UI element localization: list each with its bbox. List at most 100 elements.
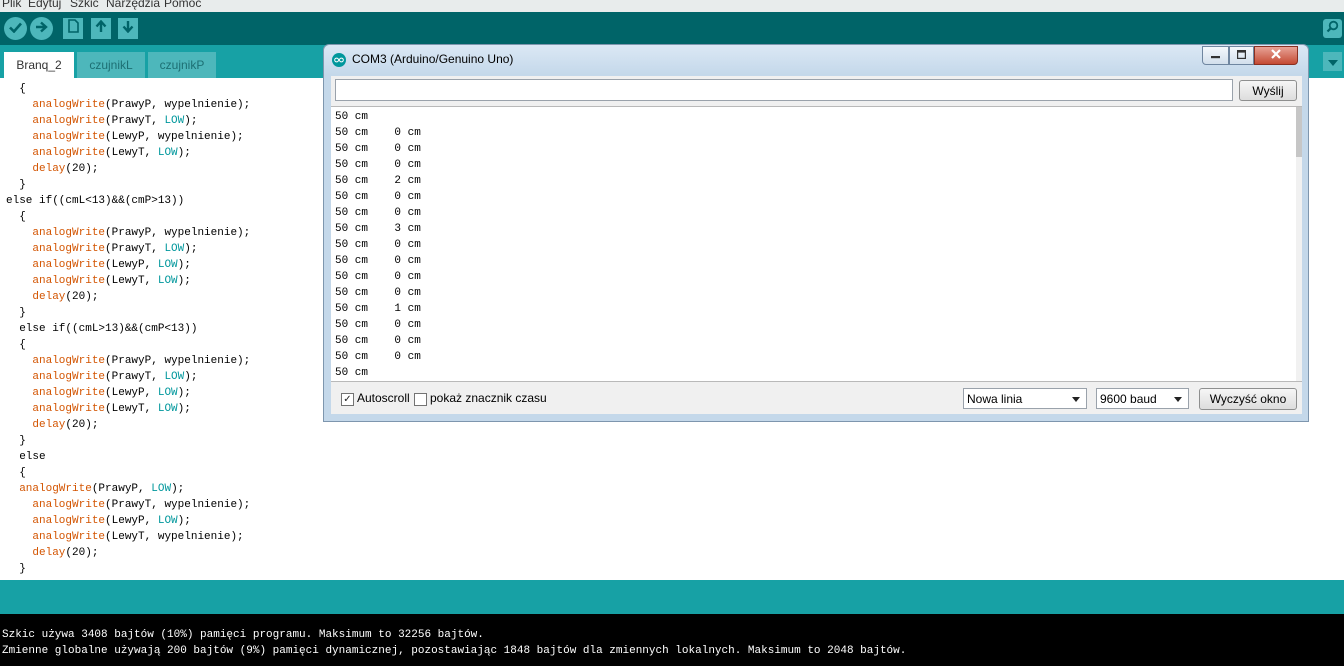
arrow-up-icon	[95, 19, 107, 38]
code-line: delay(20);	[6, 545, 250, 561]
code-token: LOW	[151, 483, 172, 495]
upload-button[interactable]	[30, 17, 53, 40]
minimize-icon	[1211, 50, 1220, 62]
code-token: (PrawyT, wypelnienie);	[105, 499, 251, 511]
code-token: (20);	[65, 419, 99, 431]
serial-title-bar[interactable]: COM3 (Arduino/Genuino Uno)	[324, 45, 1308, 75]
code-token: analogWrite	[32, 499, 106, 511]
serial-scrollbar[interactable]	[1296, 107, 1302, 381]
code-token: }	[19, 307, 26, 319]
serial-output-line: 50 cm 0 cm	[335, 351, 421, 363]
code-token: analogWrite	[32, 275, 106, 287]
code-token: else	[19, 451, 46, 463]
dropdown-arrow-icon	[1174, 397, 1182, 402]
serial-output-line: 50 cm	[335, 111, 369, 123]
serial-panel: Wyślij 50 cm 50 cm 0 cm 50 cm 0 cm 50 cm 0 …	[331, 76, 1302, 414]
autoscroll-checkbox[interactable]: ✓	[341, 393, 354, 406]
timestamp-label: pokaż znacznik czasu	[430, 391, 547, 405]
checkmark-icon	[9, 20, 22, 38]
code-token: LOW	[157, 403, 178, 415]
save-sketch-button[interactable]	[118, 18, 138, 39]
line-ending-select[interactable]: Nowa linia	[963, 388, 1087, 409]
code-line: analogWrite(LewyP, wypelnienie);	[6, 129, 250, 145]
serial-send-input[interactable]	[335, 79, 1233, 101]
code-token: (PrawyT,	[105, 115, 165, 127]
code-line: analogWrite(PrawyT, LOW);	[6, 369, 250, 385]
minimize-button[interactable]	[1202, 46, 1229, 65]
code-line: }	[6, 433, 250, 449]
arrow-down-icon	[122, 20, 134, 38]
maximize-button[interactable]	[1229, 46, 1254, 65]
code-token: {	[19, 211, 26, 223]
menu-tools[interactable]: Narzędzia	[106, 0, 160, 10]
close-button[interactable]	[1254, 46, 1298, 65]
code-token: );	[177, 515, 191, 527]
serial-scroll-thumb[interactable]	[1296, 107, 1302, 157]
baud-rate-select[interactable]: 9600 baud	[1096, 388, 1189, 409]
serial-output-line: 50 cm	[335, 367, 369, 379]
menu-edit[interactable]: Edytuj	[28, 0, 61, 10]
code-token: }	[19, 179, 26, 191]
code-token: (LewyP,	[105, 387, 158, 399]
maximize-icon	[1237, 49, 1247, 62]
menu-help[interactable]: Pomoc	[164, 0, 201, 10]
menu-sketch[interactable]: Szkic	[70, 0, 99, 10]
code-token: delay	[32, 419, 66, 431]
code-token: );	[177, 259, 191, 271]
tab-branq-2[interactable]: Branq_2	[4, 52, 74, 78]
serial-output-line: 50 cm 1 cm	[335, 303, 421, 315]
code-line: analogWrite(LewyT, LOW);	[6, 273, 250, 289]
code-token: analogWrite	[32, 403, 106, 415]
code-token: (LewyT,	[105, 275, 158, 287]
code-token: (PrawyP, wypelnienie);	[105, 355, 251, 367]
serial-output-line: 50 cm 0 cm	[335, 239, 421, 251]
arrow-right-icon	[35, 20, 48, 38]
serial-output-line: 50 cm 0 cm	[335, 143, 421, 155]
code-line: analogWrite(PrawyT, wypelnienie);	[6, 497, 250, 513]
code-token: (LewyP,	[105, 515, 158, 527]
code-text: { analogWrite (PrawyP, wypelnienie); anal…	[6, 81, 250, 577]
code-line: }	[6, 305, 250, 321]
code-line: analogWrite(PrawyT, LOW);	[6, 113, 250, 129]
serial-output-line: 50 cm 0 cm	[335, 191, 421, 203]
code-token: analogWrite	[32, 243, 106, 255]
code-token: analogWrite	[32, 115, 106, 127]
code-token: {	[19, 339, 26, 351]
tab-menu-button[interactable]	[1323, 52, 1342, 71]
code-token: (PrawyP,	[91, 483, 152, 495]
serial-monitor-button[interactable]	[1323, 19, 1342, 38]
code-token: (LewyT,	[105, 147, 158, 159]
code-token: analogWrite	[32, 259, 106, 271]
open-sketch-button[interactable]	[91, 18, 111, 39]
menu-file[interactable]: Plik	[2, 0, 21, 10]
serial-output-line: 50 cm 0 cm	[335, 335, 421, 347]
code-line: }	[6, 177, 250, 193]
code-token: (PrawyP, wypelnienie);	[105, 99, 251, 111]
code-token: {	[19, 83, 26, 95]
serial-monitor-window: COM3 (Arduino/Genuino Uno) Wyślij 50 cm 5…	[323, 44, 1309, 422]
code-token: (PrawyP, wypelnienie);	[105, 227, 251, 239]
verify-button[interactable]	[4, 17, 27, 40]
code-token: LOW	[157, 259, 178, 271]
code-token: );	[184, 243, 198, 255]
code-token: }	[19, 435, 26, 447]
code-line: analogWrite(LewyP, LOW);	[6, 257, 250, 273]
tab-czujnikp[interactable]: czujnikP	[148, 52, 216, 78]
new-sketch-button[interactable]	[63, 18, 83, 39]
serial-output-line: 50 cm 0 cm	[335, 159, 421, 171]
code-token: else if((cmL>13)&&(cmP<13))	[19, 323, 198, 335]
send-button[interactable]: Wyślij	[1239, 80, 1297, 101]
code-token: );	[177, 387, 191, 399]
clear-output-button[interactable]: Wyczyść okno	[1199, 388, 1297, 410]
timestamp-checkbox[interactable]	[414, 393, 427, 406]
serial-output-area[interactable]: 50 cm 50 cm 0 cm 50 cm 0 cm 50 cm 0 cm 50 cm…	[331, 106, 1302, 382]
code-token: LOW	[164, 115, 185, 127]
code-token: (20);	[65, 547, 99, 559]
code-line: {	[6, 81, 250, 97]
magnifier-icon	[1326, 20, 1339, 38]
baud-rate-value: 9600 baud	[1100, 391, 1157, 406]
tab-czujnikl[interactable]: czujnikL	[77, 52, 145, 78]
code-token: (LewyT, wypelnienie);	[105, 531, 244, 543]
code-token: );	[184, 371, 198, 383]
code-token: (PrawyT,	[105, 371, 165, 383]
